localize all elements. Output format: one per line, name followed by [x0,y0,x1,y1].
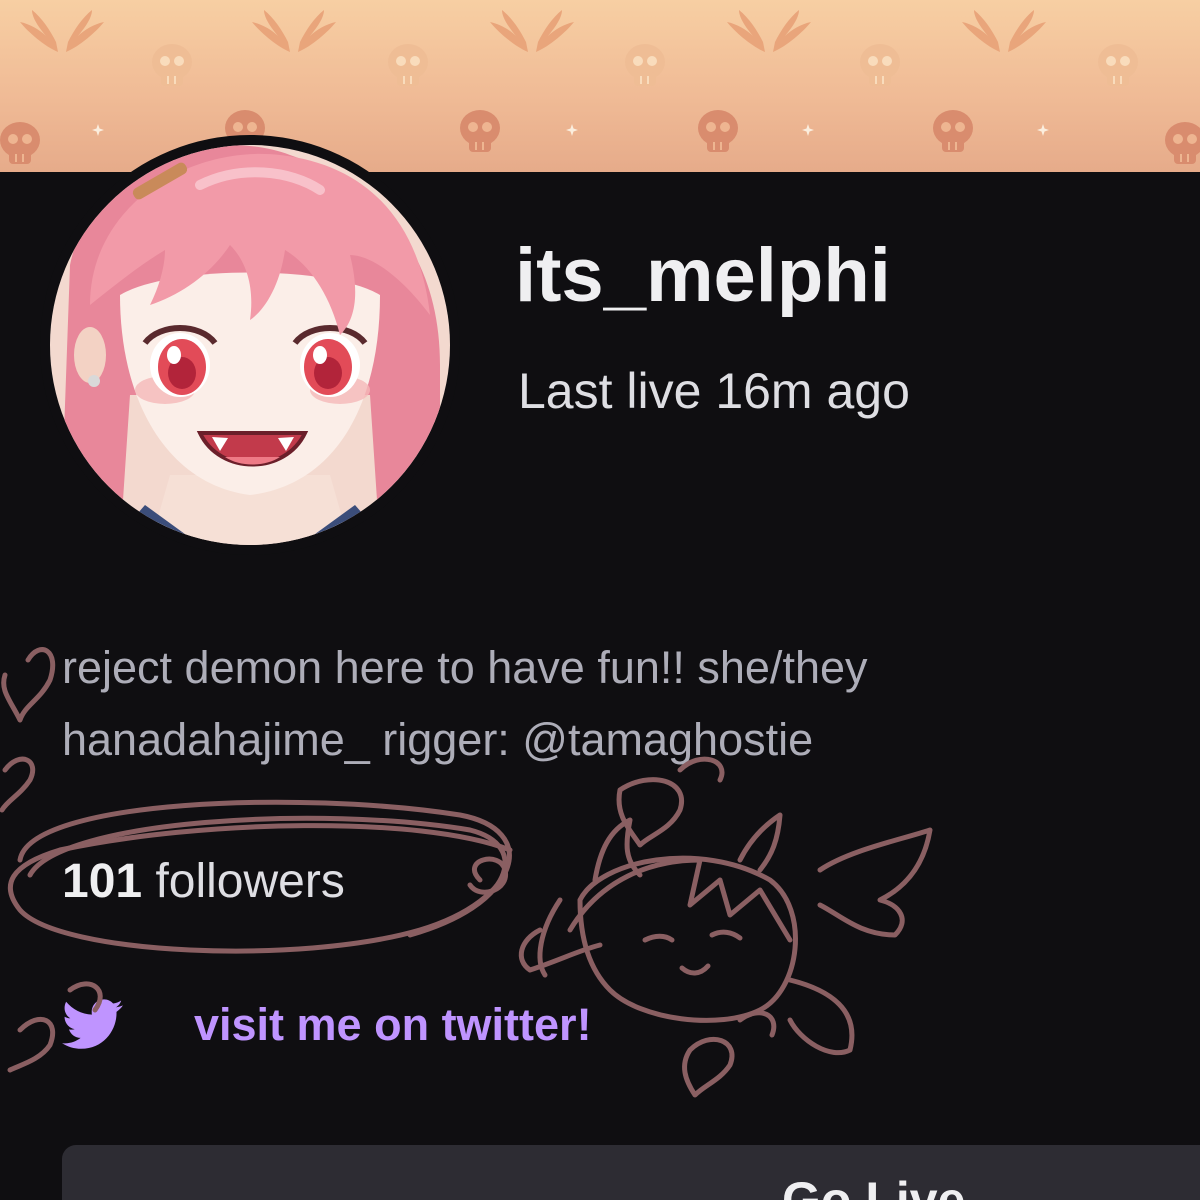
chibi-mouth-doodle [679,963,711,976]
skull-icon [388,44,428,86]
twitter-link-label[interactable]: visit me on twitter! [194,999,592,1051]
chibi-eye-doodle [642,933,675,943]
wings-icon [252,10,336,52]
heart-doodle-icon [7,1016,56,1073]
skull-icon [625,44,665,86]
sparkle-icon [1037,124,1049,136]
avatar[interactable] [40,135,460,555]
go-live-button[interactable]: Go Live [62,1145,1200,1200]
avatar-illustration [50,145,450,545]
heart-doodle-icon [616,777,685,848]
heart-doodle-icon [0,756,36,813]
skull-icon [460,110,500,152]
wings-icon [490,10,574,52]
go-live-label: Go Live [782,1172,966,1200]
heart-doodle-icon [682,1036,735,1098]
skull-icon [1165,122,1200,164]
bio-text: hanadahajime_ rigger: @tamaghostie [62,714,814,765]
heart-doodle-icon [737,1010,777,1038]
skull-icon [860,44,900,86]
heart-doodle-icon [1,647,56,723]
last-live-status: Last live 16m ago [518,363,910,419]
channel-name: its_melphi [515,233,891,318]
twitter-link[interactable]: visit me on twitter! [62,998,592,1052]
skull-icon [152,44,192,86]
skull-icon [698,110,738,152]
followers-label: followers [155,855,345,908]
chibi-eye-doodle [709,929,743,941]
skull-icon [1098,44,1138,86]
wings-icon [962,10,1046,52]
chibi-hair-doodle [567,857,793,943]
wings-icon [20,10,104,52]
wing-doodle [817,827,933,938]
channel-profile-page: its_melphi Last live 16m ago reject demo… [0,0,1200,1200]
tail-doodle [787,977,855,1056]
wings-icon [727,10,811,52]
followers-number: 101 [62,855,143,908]
chibi-face-doodle [577,855,798,1023]
sparkle-icon [92,124,104,136]
curl-annotation [467,856,508,895]
bio-text: reject demon here to have fun!! she/they [62,642,868,693]
sparkle-icon [566,124,578,136]
avatar-image [50,145,450,545]
horn-doodle [592,817,643,883]
horn-doodle [737,812,783,873]
skull-icon [933,110,973,152]
skull-icon [0,122,40,164]
followers-count: 101 followers [62,858,345,906]
sparkle-icon [802,124,814,136]
twitter-bird-icon [62,999,123,1049]
wing-doodle [518,927,603,973]
chibi-hair-doodle [537,897,563,978]
